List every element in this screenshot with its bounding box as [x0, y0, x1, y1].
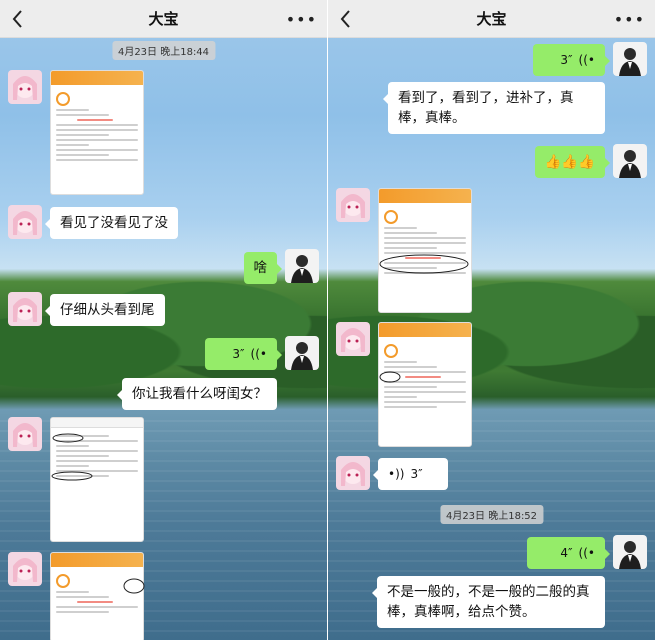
- message-bubble-received[interactable]: 看见了没看见了没: [45, 207, 178, 239]
- my-avatar[interactable]: [613, 42, 647, 76]
- more-dots-icon[interactable]: •••: [614, 10, 645, 29]
- contact-avatar[interactable]: [8, 70, 42, 104]
- message-timestamp: 4月23日 晚上18:44: [111, 41, 216, 60]
- chevron-left-icon: [340, 10, 350, 28]
- message-bubble-sent[interactable]: 不是一般的，不是一般的二般的真棒，真棒啊，给点个赞。: [372, 576, 605, 628]
- more-dots-icon[interactable]: •••: [286, 10, 317, 29]
- contact-avatar[interactable]: [336, 188, 370, 222]
- chat-header: 大宝 •••: [328, 0, 655, 38]
- my-avatar[interactable]: [613, 535, 647, 569]
- contact-avatar[interactable]: [8, 552, 42, 586]
- message-bubble-sent[interactable]: 看到了，看到了，进补了，真棒，真棒。: [383, 82, 605, 134]
- voice-duration: 3″: [232, 347, 245, 361]
- image-message[interactable]: [50, 70, 144, 195]
- my-avatar[interactable]: [285, 336, 319, 370]
- image-message[interactable]: [378, 322, 472, 447]
- contact-avatar[interactable]: [336, 456, 370, 490]
- contact-avatar[interactable]: [8, 292, 42, 326]
- chat-title: 大宝: [476, 10, 507, 28]
- image-message[interactable]: [50, 552, 144, 640]
- voice-message-sent[interactable]: 3″ ((•: [205, 338, 282, 370]
- back-button[interactable]: [334, 6, 358, 32]
- contact-avatar[interactable]: [336, 322, 370, 356]
- message-bubble-received[interactable]: 仔细从头看到尾: [45, 294, 165, 326]
- back-button[interactable]: [6, 6, 30, 32]
- voice-duration: 3″: [410, 467, 423, 481]
- chat-screen-right: 大宝 ••• 3″ ((• 看到了，看到了，进补了，真棒，真棒。 👍👍👍 •))…: [328, 0, 655, 640]
- voice-wave-icon: ((•: [578, 53, 595, 67]
- voice-duration: 4″: [560, 546, 573, 560]
- chat-screen-left: 大宝 ••• 4月23日 晚上18:44 看见了没看见了没 啥 仔细从头看到尾 …: [0, 0, 327, 640]
- chevron-left-icon: [12, 10, 22, 28]
- message-bubble-sent[interactable]: 你让我看什么呀闺女？: [117, 378, 277, 410]
- message-timestamp: 4月23日 晚上18:52: [439, 505, 544, 524]
- contact-avatar[interactable]: [8, 205, 42, 239]
- voice-wave-icon: •)): [388, 467, 405, 481]
- image-message[interactable]: [50, 417, 144, 542]
- my-avatar[interactable]: [285, 249, 319, 283]
- voice-message-sent[interactable]: 4″ ((•: [527, 537, 610, 569]
- contact-avatar[interactable]: [8, 417, 42, 451]
- message-bubble-sent[interactable]: 👍👍👍: [534, 146, 611, 178]
- chat-title: 大宝: [148, 10, 179, 28]
- voice-message-sent[interactable]: 3″ ((•: [533, 44, 610, 76]
- voice-wave-icon: ((•: [578, 546, 595, 560]
- chat-header: 大宝 •••: [0, 0, 327, 38]
- message-bubble-sent[interactable]: 啥: [243, 252, 282, 284]
- voice-message-received[interactable]: •)) 3″: [373, 458, 448, 490]
- voice-wave-icon: ((•: [250, 347, 267, 361]
- image-message[interactable]: [378, 188, 472, 313]
- my-avatar[interactable]: [613, 144, 647, 178]
- voice-duration: 3″: [560, 53, 573, 67]
